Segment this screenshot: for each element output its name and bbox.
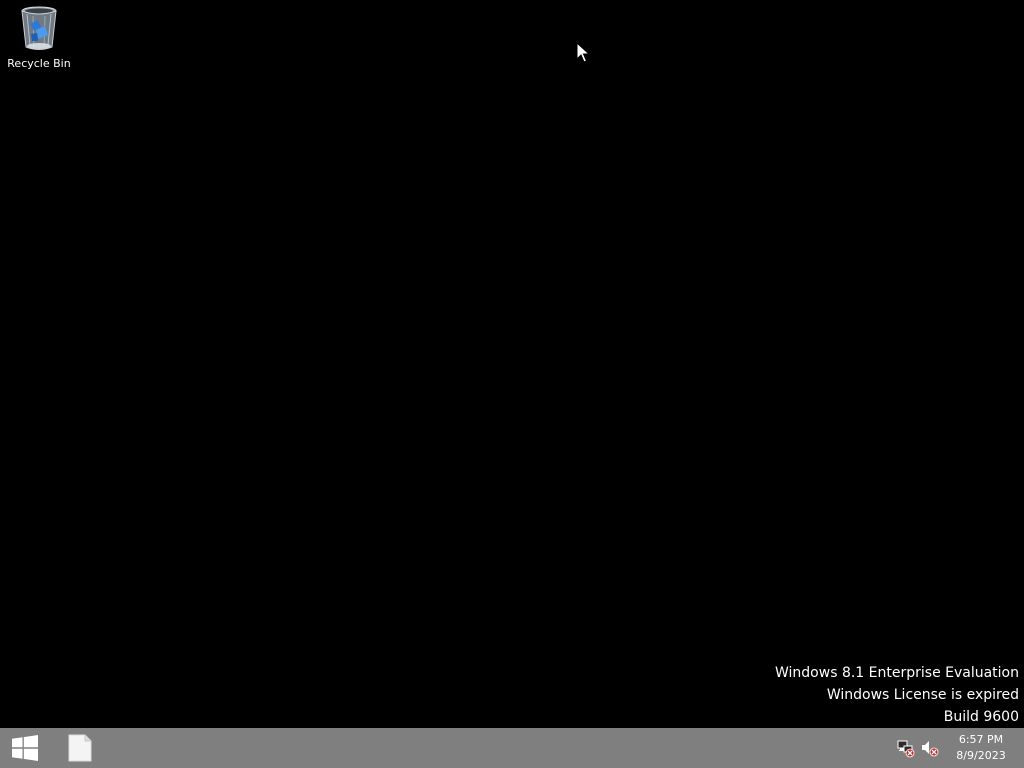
blank-document-icon (68, 734, 92, 762)
clock-date: 8/9/2023 (956, 749, 1006, 762)
watermark-edition: Windows 8.1 Enterprise Evaluation (775, 665, 1019, 681)
recycle-bin-shortcut[interactable]: Recycle Bin (4, 4, 74, 74)
clock-time: 6:57 PM (958, 733, 1004, 746)
activation-watermark: Windows 8.1 Enterprise Evaluation Window… (775, 662, 1019, 728)
watermark-build: Build 9600 (943, 709, 1019, 725)
recycle-bin-icon (19, 4, 59, 52)
taskbar-app-document[interactable] (56, 728, 104, 768)
windows-logo-icon (12, 735, 38, 761)
recycle-bin-label: Recycle Bin (7, 57, 71, 70)
mouse-pointer-icon (576, 42, 590, 63)
network-disconnected-icon[interactable] (896, 738, 916, 758)
start-button[interactable] (0, 728, 50, 768)
watermark-license-status: Windows License is expired (826, 687, 1019, 703)
desktop[interactable]: Recycle Bin Windows 8.1 Enterprise Evalu… (0, 0, 1024, 728)
taskbar-clock[interactable]: 6:57 PM 8/9/2023 (948, 732, 1014, 764)
taskbar: 6:57 PM 8/9/2023 (0, 728, 1024, 768)
volume-muted-icon[interactable] (920, 738, 940, 758)
